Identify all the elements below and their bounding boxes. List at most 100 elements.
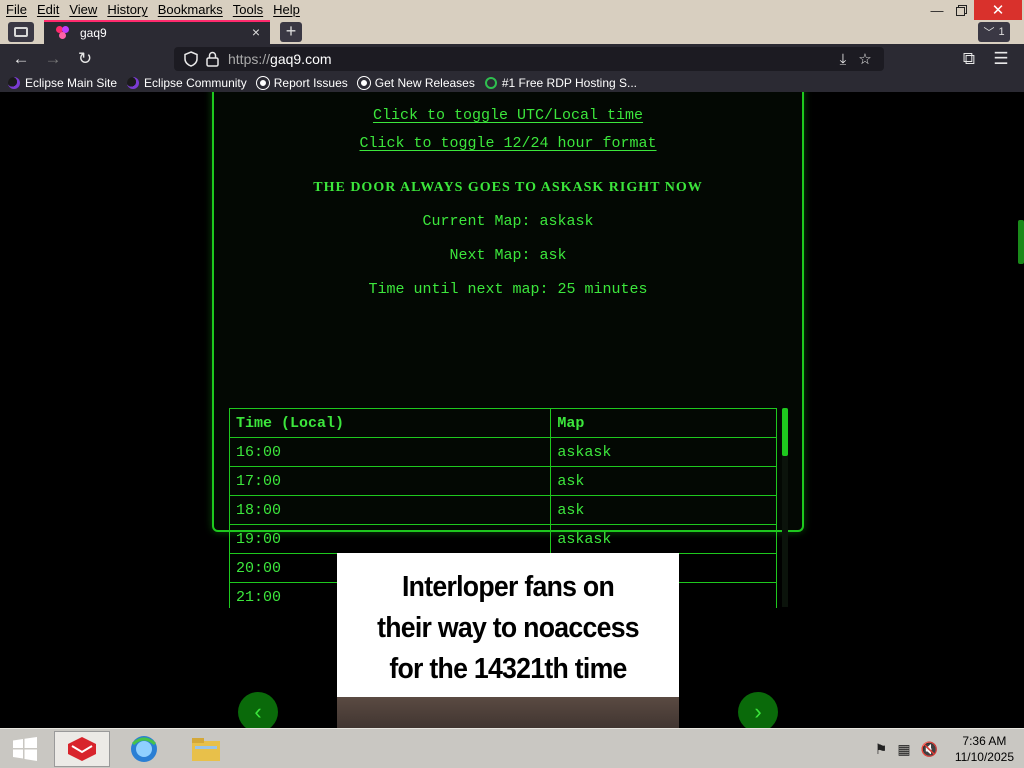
time-cell: 18:00 — [229, 495, 552, 525]
page-scrollbar-thumb[interactable] — [1018, 220, 1024, 264]
network-icon[interactable]: ▦ — [897, 741, 910, 758]
bookmark-get-new-releases[interactable]: Get New Releases — [357, 76, 475, 90]
bookmark-label: Eclipse Community — [144, 76, 247, 90]
clock-date: 11/10/2025 — [954, 750, 1014, 764]
bookmark-label: Get New Releases — [374, 76, 475, 90]
bookmark-star-icon[interactable]: ☆ — [856, 50, 874, 68]
windows-logo-icon — [13, 737, 37, 761]
column-header-time: Time (Local) — [229, 408, 552, 438]
chevron-down-icon: ﹀ — [983, 27, 995, 39]
tab-gaq9[interactable]: gaq9 × — [44, 20, 270, 44]
bookmarks-toolbar: Eclipse Main Site Eclipse Community Repo… — [0, 74, 1024, 92]
menu-view[interactable]: View — [69, 2, 97, 17]
eclipse-icon — [127, 77, 140, 89]
address-bar[interactable]: https://gaq9.com ⤓ ☆ — [174, 47, 884, 71]
firefox-view-icon — [14, 27, 28, 37]
app-menu-button[interactable]: ☰ — [990, 48, 1012, 70]
promo-caption: Interloper fans on their way to noaccess… — [351, 567, 666, 690]
bookmark-report-issues[interactable]: Report Issues — [256, 76, 348, 90]
bookmark-eclipse-main[interactable]: Eclipse Main Site — [8, 76, 117, 90]
map-cell: askask — [550, 524, 777, 554]
flag-icon[interactable]: ⚑ — [875, 741, 888, 758]
extensions-button[interactable]: ⧉ — [958, 48, 980, 70]
time-cell: 19:00 — [229, 524, 552, 554]
system-tray-icons: ⚑ ▦ 🔇 — [875, 741, 938, 758]
firefox-view-button[interactable] — [8, 22, 34, 42]
back-arrow-icon: ← — [12, 49, 30, 68]
map-schedule-panel: Click to toggle UTC/Local time Click to … — [212, 92, 804, 608]
menu-edit[interactable]: Edit — [37, 2, 59, 17]
next-map: Next Map: ask — [449, 247, 567, 264]
time-cell: 16:00 — [229, 437, 552, 467]
toggle-utc-link[interactable]: Click to toggle UTC/Local time — [373, 107, 643, 124]
toggle-hour-line: Click to toggle 12/24 hour format — [214, 135, 802, 152]
table-scrollbar-thumb[interactable] — [782, 408, 788, 456]
taskbar-browser-app[interactable] — [116, 731, 172, 767]
menu-items: File Edit View History Bookmarks Tools H… — [0, 2, 310, 17]
promo-line-1: Interloper fans on — [401, 571, 615, 603]
url-text: https://gaq9.com — [228, 51, 332, 67]
column-header-map: Map — [550, 408, 777, 438]
toggle-utc-line: Click to toggle UTC/Local time — [214, 107, 802, 124]
taskbar-rdp-app[interactable] — [54, 731, 110, 767]
toggle-hour-format-link[interactable]: Click to toggle 12/24 hour format — [359, 135, 656, 152]
menu-file[interactable]: File — [6, 2, 27, 17]
carousel-next-button[interactable]: › — [738, 692, 778, 728]
table-row: 17:00 ask — [229, 466, 777, 496]
carousel-prev-button[interactable]: ‹ — [238, 692, 278, 728]
browser-globe-icon — [131, 736, 157, 762]
taskbar-file-explorer[interactable] — [178, 731, 234, 767]
current-map: Current Map: askask — [422, 213, 594, 230]
gaq9-favicon-icon — [56, 26, 70, 40]
menu-help[interactable]: Help — [273, 2, 300, 17]
clock[interactable]: 7:36 AM 11/10/2025 — [955, 733, 1014, 765]
rdp-app-icon — [68, 737, 96, 761]
menu-bar: File Edit View History Bookmarks Tools H… — [0, 0, 1024, 20]
promo-banner: Interloper fans on their way to noaccess… — [337, 553, 679, 697]
github-icon — [256, 77, 269, 89]
tab-list-button[interactable]: ﹀ 1 — [978, 22, 1010, 42]
puzzle-icon: ⧉ — [962, 49, 976, 68]
table-row: 16:00 askask — [229, 437, 777, 467]
start-button[interactable] — [0, 731, 50, 767]
menu-history[interactable]: History — [107, 2, 147, 17]
bookmark-rdp-hosting[interactable]: #1 Free RDP Hosting S... — [484, 76, 638, 90]
bookmark-eclipse-community[interactable]: Eclipse Community — [127, 76, 247, 90]
restore-icon — [955, 4, 967, 16]
bookmark-label: #1 Free RDP Hosting S... — [501, 76, 638, 90]
promo-image — [337, 697, 679, 728]
promo-line-2: their way to noaccess — [377, 612, 640, 644]
bookmark-label: Eclipse Main Site — [25, 76, 118, 90]
rdp-icon — [484, 77, 497, 89]
close-window-button[interactable]: ✕ — [974, 0, 1022, 20]
menu-tools[interactable]: Tools — [233, 2, 263, 17]
map-cell: ask — [550, 495, 777, 525]
hamburger-menu-icon: ☰ — [993, 49, 1009, 68]
time-cell: 17:00 — [229, 466, 552, 496]
github-icon — [357, 77, 370, 89]
tab-title: gaq9 — [80, 26, 107, 40]
new-tab-button[interactable]: + — [280, 22, 302, 42]
table-scrollbar[interactable] — [782, 408, 788, 607]
reload-button[interactable]: ↻ — [74, 48, 96, 70]
promo-line-3: for the 14321th time — [389, 653, 627, 685]
clock-time: 7:36 AM — [962, 734, 1007, 748]
menu-bookmarks[interactable]: Bookmarks — [158, 2, 223, 17]
door-notice: THE DOOR ALWAYS GOES TO ASKASK RIGHT NOW — [313, 180, 703, 195]
map-cell: ask — [550, 466, 777, 496]
time-until-next-map: Time until next map: 25 minutes — [368, 281, 648, 298]
volume-muted-icon[interactable]: 🔇 — [921, 741, 938, 758]
table-row: 18:00 ask — [229, 495, 777, 525]
lock-icon[interactable] — [206, 51, 219, 67]
tab-bar: gaq9 × + ﹀ 1 — [0, 20, 1024, 44]
forward-button[interactable]: → — [42, 48, 64, 70]
page-action-download-icon[interactable]: ⤓ — [834, 50, 852, 68]
eclipse-icon — [8, 77, 20, 89]
table-row: 19:00 askask — [229, 524, 777, 554]
tab-close-icon[interactable]: × — [252, 24, 260, 40]
page-viewport: Click to toggle UTC/Local time Click to … — [0, 92, 1024, 728]
back-button[interactable]: ← — [10, 48, 32, 70]
reload-icon: ↻ — [77, 49, 93, 68]
tracking-protection-shield-icon[interactable] — [184, 51, 198, 67]
forward-arrow-icon: → — [44, 49, 62, 68]
